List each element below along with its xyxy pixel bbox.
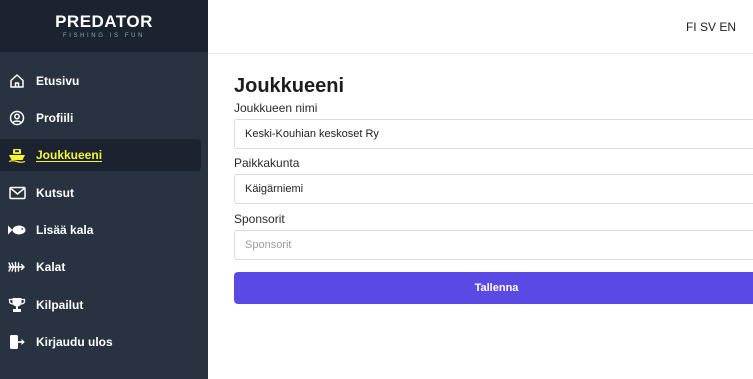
sidebar-item-label: Kutsut <box>36 186 74 200</box>
sidebar-item-label: Profiili <box>36 111 74 125</box>
team-name-input[interactable] <box>234 119 753 149</box>
team-name-label: Joukkueen nimi <box>234 101 318 115</box>
sidebar-item-kutsut[interactable]: Kutsut <box>0 177 201 209</box>
boat-icon <box>8 146 26 164</box>
sidebar-item-label: Etusivu <box>36 74 80 88</box>
logo-tagline: FISHING IS FUN <box>62 32 146 39</box>
sidebar-item-label: Lisää kala <box>36 223 94 237</box>
sponsors-label: Sponsorit <box>234 212 285 226</box>
sidebar-item-joukkueeni[interactable]: Joukkueeni <box>0 139 201 171</box>
sidebar-item-label: Kilpailut <box>36 298 84 312</box>
logo-title: PREDATOR <box>55 11 153 31</box>
language-sv[interactable]: SV <box>700 20 716 34</box>
sidebar-item-lisaa-kala[interactable]: Lisää kala <box>0 214 201 246</box>
trophy-icon <box>8 296 26 314</box>
save-button[interactable]: Tallenna <box>234 272 753 304</box>
location-input[interactable] <box>234 174 753 204</box>
sidebar: PREDATOR FISHING IS FUN Etusivu Profiili… <box>0 0 208 379</box>
sidebar-item-kilpailut[interactable]: Kilpailut <box>0 289 201 321</box>
sidebar-item-label: Joukkueeni <box>36 148 103 162</box>
top-bar: FI SV EN <box>208 0 753 54</box>
team-form: Joukkueeni Joukkueen nimi Paikkakunta Sp… <box>234 74 753 304</box>
fish-skeleton-icon <box>8 258 26 276</box>
logout-icon <box>8 333 26 351</box>
language-en[interactable]: EN <box>719 20 736 34</box>
sidebar-item-kalat[interactable]: Kalat <box>0 251 201 283</box>
envelope-icon <box>8 184 26 202</box>
sidebar-item-label: Kirjaudu ulos <box>36 335 113 349</box>
language-switcher: FI SV EN <box>686 20 736 34</box>
location-label: Paikkakunta <box>234 156 300 170</box>
language-fi[interactable]: FI <box>686 20 697 34</box>
sponsors-input[interactable] <box>234 230 753 260</box>
home-icon <box>8 72 26 90</box>
page-title: Joukkueeni <box>234 75 345 97</box>
sidebar-item-etusivu[interactable]: Etusivu <box>0 65 201 97</box>
fish-icon <box>8 221 26 239</box>
logo[interactable]: PREDATOR FISHING IS FUN <box>0 0 208 52</box>
sidebar-item-profiili[interactable]: Profiili <box>0 102 201 134</box>
sidebar-item-kirjaudu-ulos[interactable]: Kirjaudu ulos <box>0 326 201 358</box>
sidebar-item-label: Kalat <box>36 260 66 274</box>
user-circle-icon <box>8 109 26 127</box>
